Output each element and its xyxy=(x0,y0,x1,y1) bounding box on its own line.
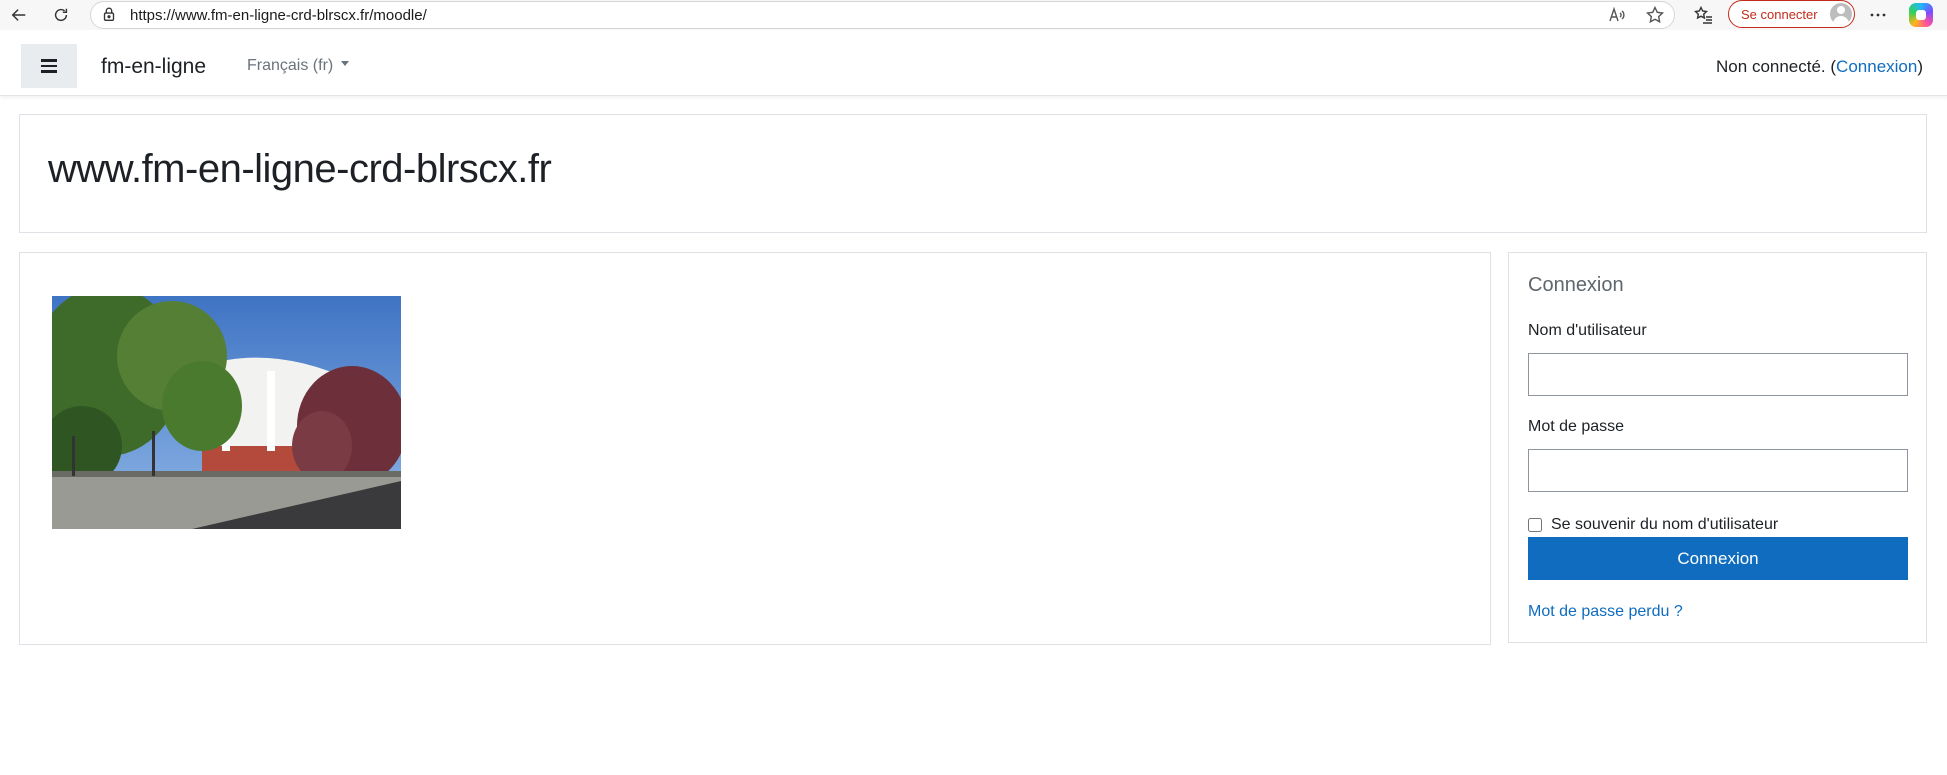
login-status-suffix: ) xyxy=(1917,57,1923,76)
signin-label: Se connecter xyxy=(1741,7,1818,22)
language-menu[interactable]: Français (fr) xyxy=(247,57,350,75)
navbar-login-link[interactable]: Connexion xyxy=(1836,57,1917,76)
read-aloud-icon[interactable] xyxy=(1607,5,1627,25)
remember-username-row: Se souvenir du nom d'utilisateur xyxy=(1528,516,1778,534)
favorites-list-icon[interactable] xyxy=(1694,5,1714,25)
signin-button[interactable]: Se connecter xyxy=(1728,0,1855,28)
url-text[interactable]: https://www.fm-en-ligne-crd-blrscx.fr/mo… xyxy=(130,7,427,24)
profile-avatar-icon xyxy=(1830,3,1852,25)
main-content xyxy=(19,252,1491,645)
page-header: www.fm-en-ligne-crd-blrscx.fr xyxy=(19,114,1927,233)
password-label: Mot de passe xyxy=(1528,418,1625,435)
site-navbar: fm-en-ligne Français (fr) Non connecté. … xyxy=(0,36,1947,96)
more-options-icon[interactable] xyxy=(1868,5,1888,25)
forgot-password-link[interactable]: Mot de passe perdu ? xyxy=(1528,603,1683,621)
language-label: Français (fr) xyxy=(247,57,334,74)
hamburger-icon xyxy=(41,57,57,74)
login-block: Connexion Nom d'utilisateur Mot de passe… xyxy=(1508,252,1927,643)
caret-down-icon xyxy=(341,61,350,67)
remember-username-checkbox[interactable] xyxy=(1528,518,1542,532)
browser-toolbar: https://www.fm-en-ligne-crd-blrscx.fr/mo… xyxy=(0,0,1947,30)
remember-username-label: Se souvenir du nom d'utilisateur xyxy=(1551,516,1779,533)
username-input[interactable] xyxy=(1528,353,1908,396)
login-status-prefix: Non connecté. ( xyxy=(1716,57,1837,76)
refresh-icon[interactable] xyxy=(49,3,73,27)
login-status: Non connecté. (Connexion) xyxy=(1716,57,1923,77)
lock-icon[interactable] xyxy=(100,5,118,23)
site-name-link[interactable]: fm-en-ligne xyxy=(101,55,206,79)
login-submit-button[interactable]: Connexion xyxy=(1528,537,1908,580)
page-title: www.fm-en-ligne-crd-blrscx.fr xyxy=(48,147,552,191)
login-block-title: Connexion xyxy=(1528,274,1624,296)
favorite-star-icon[interactable] xyxy=(1645,5,1665,25)
username-label: Nom d'utilisateur xyxy=(1528,322,1647,339)
menu-toggle-button[interactable] xyxy=(21,44,77,88)
password-input[interactable] xyxy=(1528,449,1908,492)
back-arrow-icon[interactable] xyxy=(7,3,31,27)
copilot-icon[interactable] xyxy=(1909,3,1933,27)
building-photo xyxy=(52,296,401,529)
